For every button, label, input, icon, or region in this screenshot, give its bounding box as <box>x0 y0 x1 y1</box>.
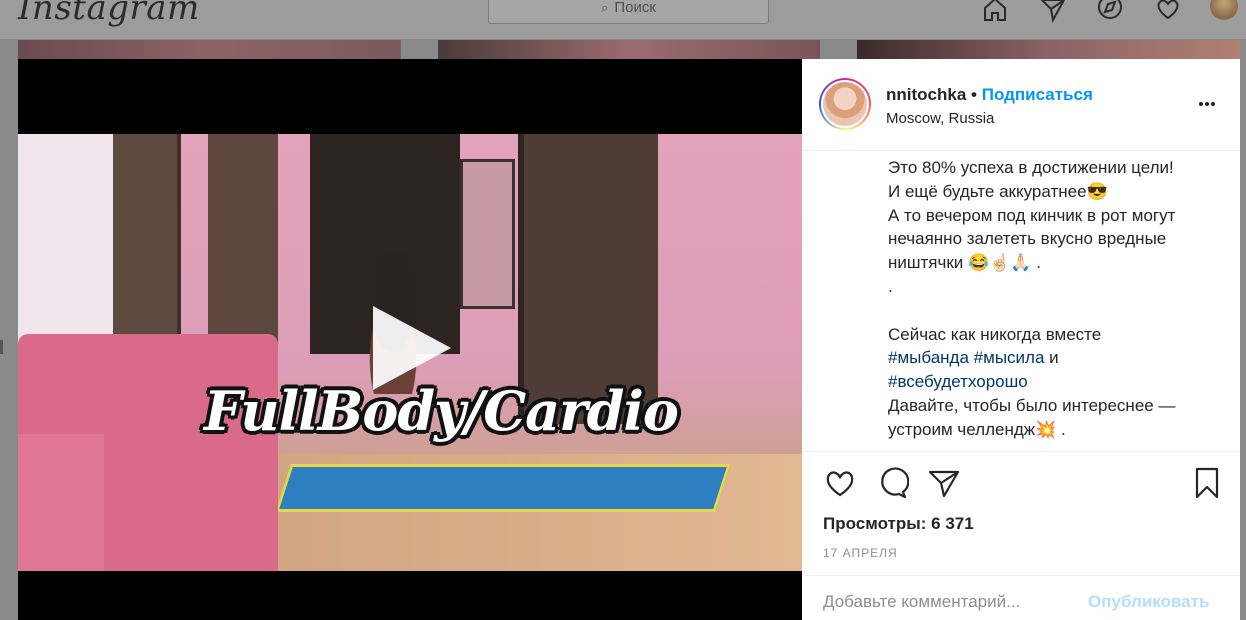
exercise-mat <box>275 464 731 512</box>
home-icon[interactable] <box>980 0 1010 24</box>
post-caption: Это 80% успеха в достижении цели! И ещё … <box>888 151 1228 451</box>
feed-thumbnail <box>18 40 401 60</box>
previous-post-arrow[interactable] <box>0 340 3 354</box>
like-heart-icon[interactable] <box>823 466 857 500</box>
post-modal: FullBody/Cardio nnitochka • Подписаться … <box>18 59 1240 620</box>
hashtag-link[interactable]: #мысила <box>974 348 1045 367</box>
hashtag-link[interactable]: #всебудетхорошо <box>888 372 1028 391</box>
more-options-icon[interactable] <box>1198 93 1222 113</box>
share-icon[interactable] <box>927 466 961 500</box>
comment-input[interactable] <box>823 590 1073 614</box>
caption-line: А то вечером под кинчик в рот могут <box>888 205 1176 225</box>
caption-line: устроим челлендж💥 . <box>888 419 1066 439</box>
feed-thumbnail <box>438 40 820 60</box>
post-details-panel: nnitochka • Подписаться Moscow, Russia Э… <box>802 59 1240 620</box>
caption-line: нечаянно залететь вкусно вредные <box>888 229 1167 249</box>
caption-line: ништячки 😂☝🏻🙏🏻 . <box>888 253 1041 273</box>
views-count[interactable]: Просмотры: 6 371 <box>823 514 974 534</box>
comment-bar: Опубликовать <box>802 575 1240 620</box>
search-placeholder: Поиск <box>614 0 656 16</box>
video-frame[interactable]: FullBody/Cardio <box>18 134 802 571</box>
search-box[interactable]: ⌕ Поиск <box>488 0 769 24</box>
post-header: nnitochka • Подписаться Moscow, Russia <box>802 59 1240 151</box>
search-icon: ⌕ <box>601 0 609 15</box>
author-username[interactable]: nnitochka <box>886 85 966 104</box>
caption-line: И ещё будьте аккуратнее😎 <box>888 181 1108 201</box>
play-icon[interactable] <box>373 306 451 390</box>
instagram-logo[interactable]: Instagram <box>18 0 200 28</box>
comment-icon[interactable] <box>875 466 910 500</box>
hashtag-link[interactable]: #мыбанда <box>888 348 969 367</box>
follow-button[interactable]: Подписаться <box>982 85 1093 104</box>
author-avatar[interactable] <box>819 78 871 130</box>
activity-heart-icon[interactable] <box>1153 0 1183 24</box>
explore-icon[interactable] <box>1095 0 1125 24</box>
feed-thumbnail <box>857 40 1240 60</box>
separator-dot: • <box>971 85 977 104</box>
caption-line: . <box>888 276 893 296</box>
post-date[interactable]: 17 АПРЕЛЯ <box>823 546 898 560</box>
profile-avatar[interactable] <box>1210 0 1238 20</box>
publish-button[interactable]: Опубликовать <box>1088 592 1209 612</box>
caption-text: и <box>1049 348 1059 368</box>
video-player[interactable]: FullBody/Cardio <box>18 59 802 620</box>
post-location[interactable]: Moscow, Russia <box>886 110 994 127</box>
caption-line: Это 80% успеха в достижении цели! <box>888 158 1174 177</box>
top-navbar: Instagram ⌕ Поиск <box>0 0 1246 40</box>
direct-icon[interactable] <box>1038 0 1068 24</box>
caption-line: Сейчас как никогда вместе <box>888 324 1102 344</box>
post-actions-section: Просмотры: 6 371 17 АПРЕЛЯ Опубликовать <box>802 451 1240 620</box>
caption-line: Давайте, чтобы было интереснее — <box>888 395 1176 415</box>
save-bookmark-icon[interactable] <box>1190 466 1224 500</box>
